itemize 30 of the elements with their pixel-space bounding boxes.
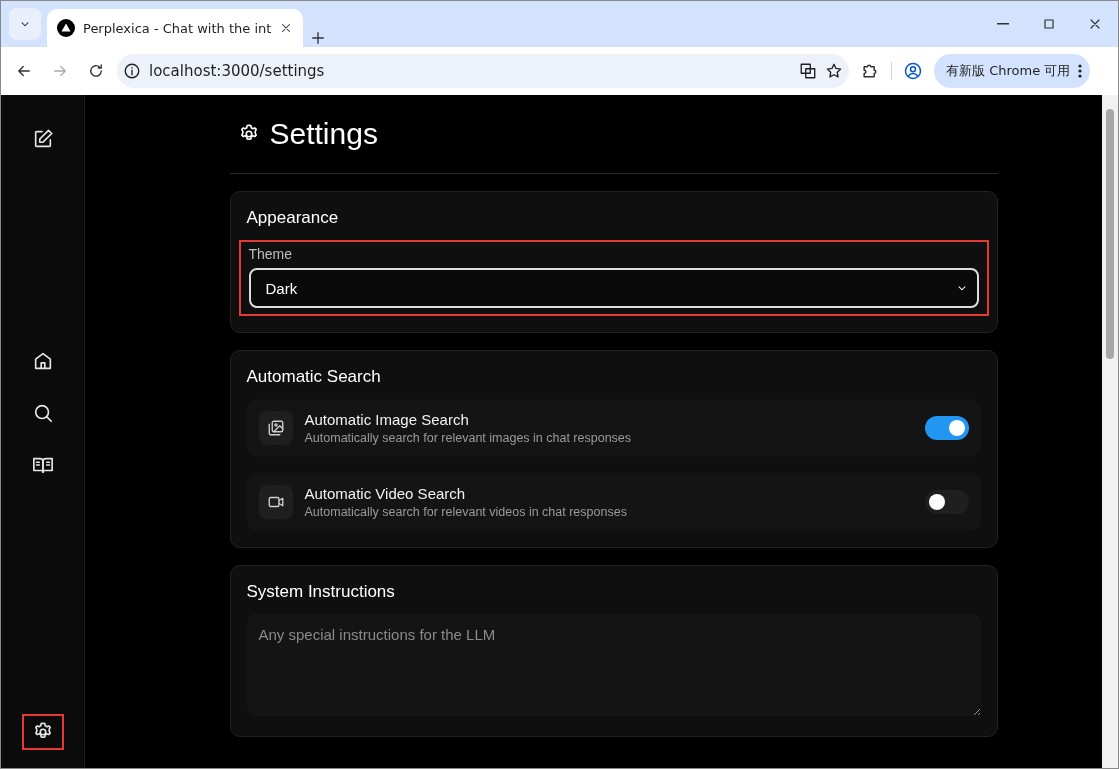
setting-title: Automatic Image Search	[304, 411, 470, 428]
instructions-field[interactable]: Any special instructions for the LLM	[246, 614, 981, 716]
theme-dropdown[interactable]: Dark	[248, 268, 979, 308]
url-text: localhost:3000/settings	[149, 62, 326, 80]
profile-icon	[903, 61, 923, 81]
setting-description: Automatically search for relevant images in chat responses	[304, 431, 633, 445]
section-title: Appearance	[246, 208, 340, 228]
toggle-switch[interactable]	[924, 416, 969, 440]
minimize-icon	[997, 23, 1009, 25]
page-title: Settings	[269, 117, 378, 151]
images-icon	[266, 419, 285, 437]
tab-title: Perplexica - Chat with the int	[83, 20, 272, 36]
settings-button[interactable]	[21, 714, 64, 750]
theme-label: Theme	[248, 246, 294, 262]
star-icon	[825, 62, 843, 80]
setting-title: Automatic Video Search	[304, 485, 467, 502]
maximize-icon	[1041, 16, 1057, 32]
section-title: Automatic Search	[246, 367, 382, 387]
triangle-logo-icon	[57, 19, 75, 37]
toggle-switch[interactable]	[924, 490, 969, 514]
section-title: System Instructions	[246, 582, 396, 602]
update-chrome-button[interactable]: 有新版 Chrome 可用	[934, 54, 1091, 88]
setting-description: Automatically search for relevant videos in chat responses	[304, 505, 628, 519]
browser-tab[interactable]: Perplexica - Chat with the int	[47, 9, 304, 47]
info-icon	[123, 62, 141, 80]
scrollbar[interactable]	[1102, 95, 1118, 768]
more-icon	[1078, 64, 1083, 78]
address-bar[interactable]: localhost:3000/settings	[117, 54, 849, 88]
reload-icon	[87, 62, 105, 80]
translate-icon	[799, 62, 817, 80]
